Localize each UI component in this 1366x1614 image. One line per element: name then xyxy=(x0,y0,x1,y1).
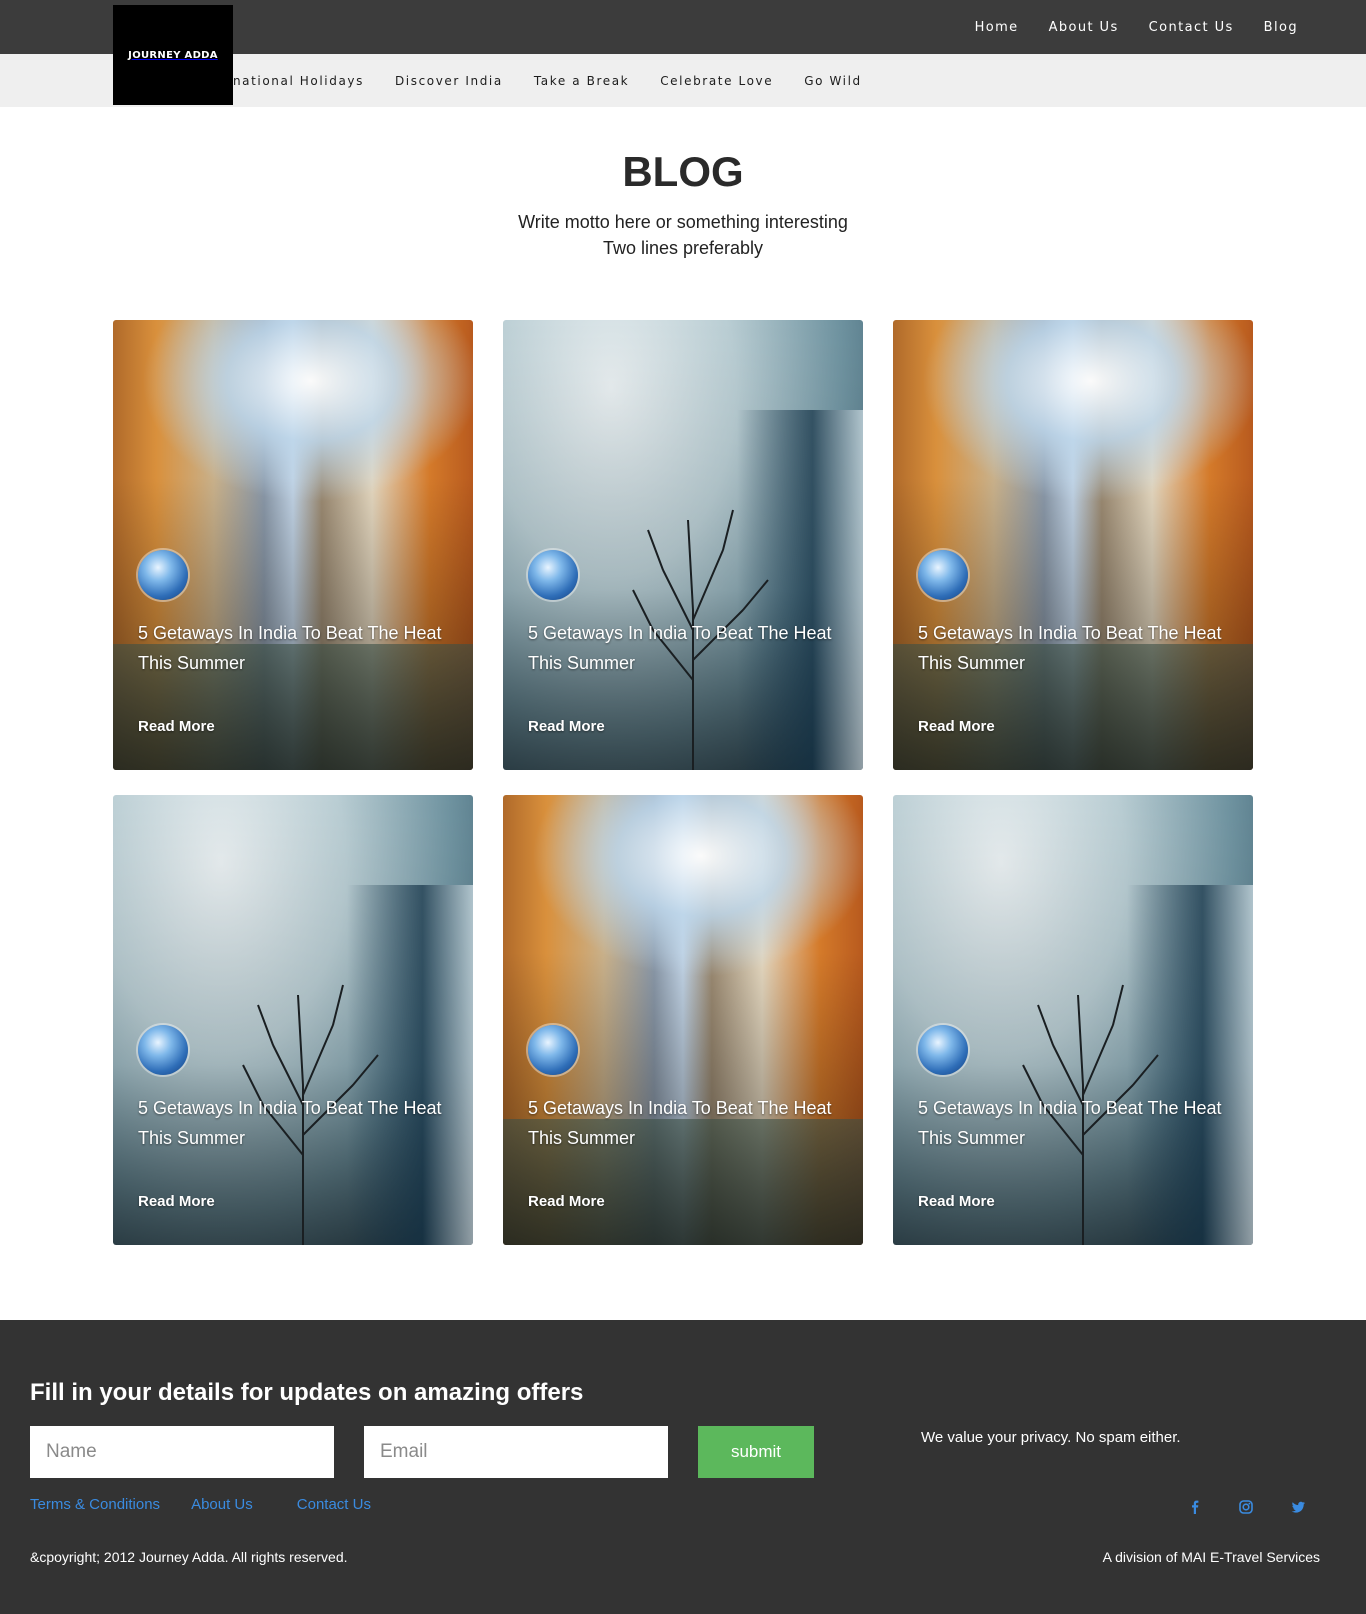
logo[interactable]: JOURNEY ADDA xyxy=(113,5,233,105)
blog-card[interactable]: 5 Getaways In India To Beat The Heat Thi… xyxy=(113,795,473,1245)
twitter-icon[interactable] xyxy=(1288,1497,1308,1517)
author-avatar xyxy=(138,1025,188,1075)
blog-card[interactable]: 5 Getaways In India To Beat The Heat Thi… xyxy=(893,320,1253,770)
motto-line-2: Two lines preferably xyxy=(602,238,764,258)
facebook-icon[interactable] xyxy=(1185,1497,1205,1517)
page-title: BLOG xyxy=(622,148,744,195)
read-more-link[interactable]: Read More xyxy=(528,718,605,735)
motto: Write motto here or something interestin… xyxy=(0,209,1366,261)
card-title[interactable]: 5 Getaways In India To Beat The Heat Thi… xyxy=(528,1093,838,1153)
nav-contact-us[interactable]: Contact Us xyxy=(1149,20,1234,35)
read-more-link[interactable]: Read More xyxy=(138,1193,215,1210)
privacy-note: We value your privacy. No spam either. xyxy=(921,1429,1181,1446)
copyright-text: &cpoyright; 2012 Journey Adda. All right… xyxy=(30,1549,348,1565)
footer-link-terms[interactable]: Terms & Conditions xyxy=(30,1496,160,1513)
blog-card[interactable]: 5 Getaways In India To Beat The Heat Thi… xyxy=(503,320,863,770)
nav-about-us[interactable]: About Us xyxy=(1049,20,1119,35)
footer-link-about-us[interactable]: About Us xyxy=(191,1496,253,1513)
author-avatar xyxy=(918,550,968,600)
blog-card[interactable]: 5 Getaways In India To Beat The Heat Thi… xyxy=(503,795,863,1245)
division-text: A division of MAI E-Travel Services xyxy=(1102,1549,1320,1565)
author-avatar xyxy=(528,550,578,600)
read-more-link[interactable]: Read More xyxy=(138,718,215,735)
read-more-link[interactable]: Read More xyxy=(918,1193,995,1210)
category-discover-india[interactable]: Discover India xyxy=(395,74,503,88)
author-avatar xyxy=(138,550,188,600)
footer-link-contact-us[interactable]: Contact Us xyxy=(297,1496,371,1513)
category-nav: International Holidays Discover India Ta… xyxy=(197,54,893,107)
instagram-icon[interactable] xyxy=(1236,1497,1256,1517)
email-field[interactable] xyxy=(364,1426,668,1478)
read-more-link[interactable]: Read More xyxy=(918,718,995,735)
main-nav: Home About Us Contact Us Blog xyxy=(945,0,1298,54)
submit-button[interactable]: submit xyxy=(698,1426,814,1478)
card-title[interactable]: 5 Getaways In India To Beat The Heat Thi… xyxy=(528,618,838,678)
newsletter-heading: Fill in your details for updates on amaz… xyxy=(30,1379,584,1406)
blog-card[interactable]: 5 Getaways In India To Beat The Heat Thi… xyxy=(893,795,1253,1245)
author-avatar xyxy=(528,1025,578,1075)
card-title[interactable]: 5 Getaways In India To Beat The Heat Thi… xyxy=(918,618,1228,678)
category-take-a-break[interactable]: Take a Break xyxy=(534,74,629,88)
blog-card[interactable]: 5 Getaways In India To Beat The Heat Thi… xyxy=(113,320,473,770)
card-title[interactable]: 5 Getaways In India To Beat The Heat Thi… xyxy=(138,618,448,678)
card-title[interactable]: 5 Getaways In India To Beat The Heat Thi… xyxy=(918,1093,1228,1153)
name-field[interactable] xyxy=(30,1426,334,1478)
read-more-link[interactable]: Read More xyxy=(528,1193,605,1210)
category-celebrate-love[interactable]: Celebrate Love xyxy=(660,74,773,88)
author-avatar xyxy=(918,1025,968,1075)
motto-line-1: Write motto here or something interestin… xyxy=(518,212,848,232)
nav-home[interactable]: Home xyxy=(975,20,1019,35)
footer-links: Terms & Conditions About Us Contact Us xyxy=(30,1496,402,1513)
card-title[interactable]: 5 Getaways In India To Beat The Heat Thi… xyxy=(138,1093,448,1153)
category-go-wild[interactable]: Go Wild xyxy=(804,74,862,88)
nav-blog[interactable]: Blog xyxy=(1264,20,1298,35)
logo-text: JOURNEY ADDA xyxy=(128,49,218,61)
